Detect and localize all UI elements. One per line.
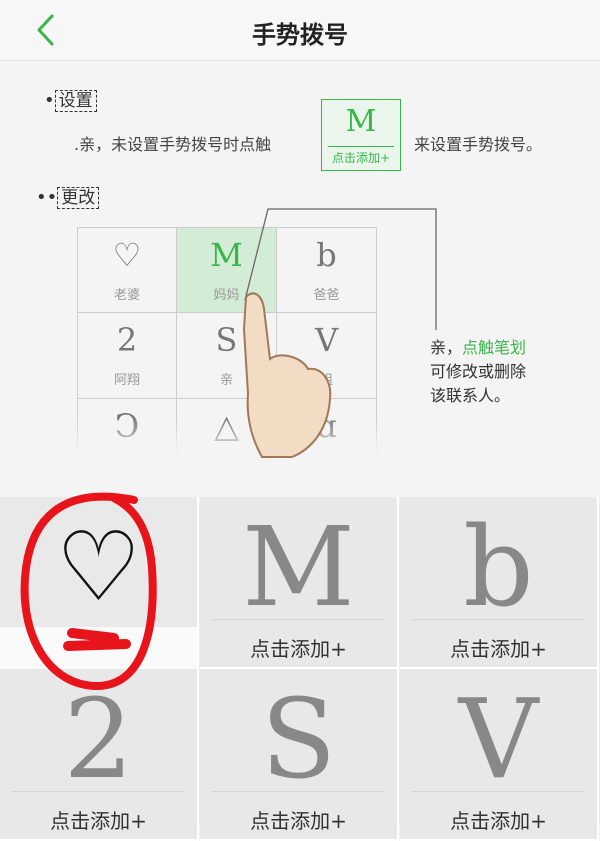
gesture-slot[interactable]: 2 点击添加+: [0, 669, 199, 841]
example-cell-glyph: 2: [116, 321, 138, 359]
change-label: 更改: [57, 187, 100, 209]
slot-divider: [212, 791, 385, 792]
explain-text: 亲，点触笔划 可修改或删除 该联系人。: [430, 336, 526, 408]
slot-divider: [412, 619, 585, 620]
example-cell-glyph: ♡: [112, 236, 142, 274]
gesture-slot[interactable]: M 点击添加+: [200, 497, 399, 669]
example-add-button: M 点击添加+: [321, 99, 401, 171]
slot-divider: [12, 791, 185, 792]
gesture-glyph: S: [260, 675, 337, 803]
add-gesture-label: 点击添加+: [50, 809, 147, 833]
example-cell-name: 阿翔: [113, 373, 140, 388]
example-cell: 2 阿翔: [77, 313, 177, 399]
slot-divider: [212, 619, 385, 620]
red-circle-annotation: [20, 492, 157, 691]
example-cell: ♡ 老婆: [77, 227, 177, 313]
example-add-glyph: M: [345, 104, 377, 139]
change-heading: •• 更改: [36, 183, 100, 209]
gesture-glyph: V: [458, 675, 539, 803]
add-gesture-label: 点击添加+: [250, 637, 347, 661]
example-add-label: 点击添加+: [328, 146, 394, 166]
example-cell-name: 老婆: [113, 288, 140, 303]
slot-divider: [412, 791, 585, 792]
gesture-guide: • 设置 .亲，未设置手势拨号时点触 M 点击添加+ 来设置手势拨号。 •• 更改 …: [0, 61, 600, 491]
gesture-glyph: b: [463, 503, 534, 631]
gesture-slot[interactable]: S 点击添加+: [200, 669, 399, 841]
setup-text-before: .亲，未设置手势拨号时点触: [74, 135, 272, 154]
gesture-glyph: 2: [63, 675, 134, 803]
hand-pointer-icon: [242, 292, 332, 458]
explain-line2: 可修改或删除: [430, 362, 527, 381]
explain-highlight: 点触笔划: [462, 338, 527, 357]
explain-prefix: 亲，: [430, 338, 463, 357]
gesture-slot[interactable]: b 点击添加+: [400, 497, 599, 669]
add-gesture-label: 点击添加+: [450, 637, 547, 661]
setup-text-after: 来设置手势拨号。: [414, 135, 543, 154]
page-title: 手势拨号: [252, 21, 348, 49]
title-bar: 手势拨号: [0, 0, 600, 61]
add-gesture-label: 点击添加+: [450, 809, 547, 833]
setup-heading: • 设置: [44, 86, 97, 112]
add-gesture-label: 点击添加+: [250, 809, 347, 833]
setup-label: 设置: [54, 90, 97, 112]
gesture-glyph: M: [242, 503, 355, 631]
gesture-slot[interactable]: V 点击添加+: [400, 669, 599, 841]
explain-line3: 该联系人。: [430, 386, 511, 405]
